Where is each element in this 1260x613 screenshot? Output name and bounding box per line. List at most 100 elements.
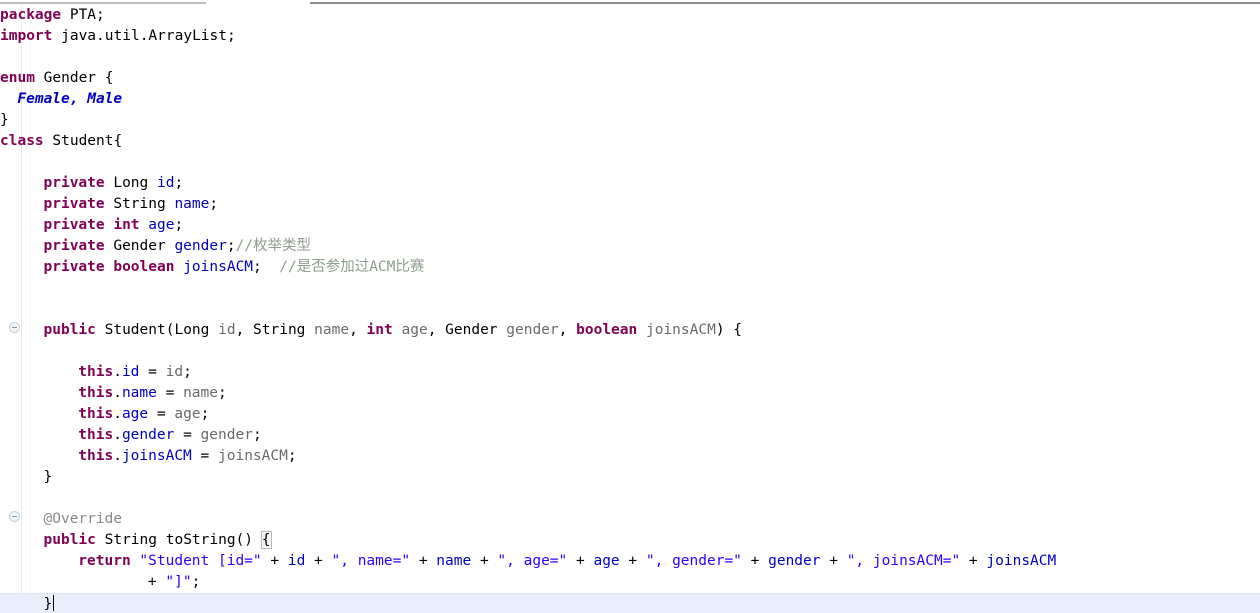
code-token-plain: . (113, 385, 122, 401)
code-token-localnm: id (218, 322, 236, 338)
code-token-plain: ; (174, 175, 184, 191)
code-line[interactable]: Female, Male (0, 89, 1260, 110)
code-line[interactable]: } (0, 467, 1260, 488)
code-line[interactable]: this.id = id; (0, 362, 1260, 383)
code-line-current[interactable]: } (0, 593, 1260, 613)
code-token-plain: Gender { (34, 70, 114, 86)
code-token-plain: + (820, 553, 847, 569)
code-token-plain: ; (191, 574, 201, 590)
code-token-anno: @Override (43, 511, 123, 527)
code-token-localnm: joinsACM (645, 322, 716, 338)
code-token-plain: , (349, 322, 367, 338)
code-token-kw: public (43, 322, 96, 338)
code-line[interactable]: this.joinsACM = joinsACM; (0, 446, 1260, 467)
code-line[interactable]: private String name; (0, 194, 1260, 215)
code-token-plain: , String (235, 322, 315, 338)
code-token-plain: } (0, 112, 9, 128)
code-token-kw: package (0, 7, 62, 23)
code-token-fieldnm: name (174, 196, 210, 212)
code-token-kw: boolean (113, 259, 175, 275)
code-token-plain: ; (226, 238, 236, 254)
code-line[interactable] (0, 299, 1260, 320)
code-token-plain: = (174, 427, 201, 443)
code-line[interactable]: + "]"; (0, 572, 1260, 593)
code-token-kw: this (78, 385, 114, 401)
code-text-area[interactable]: package PTA; import java.util.ArrayList; e… (0, 0, 1260, 613)
code-token-fieldnm: age (593, 553, 620, 569)
code-editor-window: package PTA; import java.util.ArrayList; e… (0, 0, 1260, 613)
code-token-str: "Student [id=" (139, 553, 262, 569)
code-line[interactable]: private int age; (0, 215, 1260, 236)
code-token-kw: boolean (576, 322, 638, 338)
code-token-fieldnm: id (121, 364, 140, 380)
code-token-fieldnm: name (121, 385, 157, 401)
code-token-plain: Student{ (43, 133, 123, 149)
code-token-localnm: gender (200, 427, 253, 443)
code-token-plain: + (305, 553, 332, 569)
code-token-fieldnm: name (436, 553, 472, 569)
code-token-kw: private (43, 238, 105, 254)
code-line[interactable]: return "Student [id=" + id + ", name=" +… (0, 551, 1260, 572)
code-line[interactable] (0, 152, 1260, 173)
code-token-localnm: gender (506, 322, 559, 338)
code-line[interactable] (0, 488, 1260, 509)
code-line[interactable]: public String toString() { (0, 530, 1260, 551)
code-line[interactable]: private boolean joinsACM; //是否参加过ACM比赛 (0, 257, 1260, 278)
code-token-plain: + (410, 553, 437, 569)
code-line[interactable]: } (0, 110, 1260, 131)
code-token-fieldnm: age (121, 406, 149, 422)
code-token-kw: return (78, 553, 131, 569)
code-token-plain: = (148, 406, 175, 422)
code-token-fieldnm: age (148, 217, 175, 233)
code-token-plain: = (191, 448, 218, 464)
code-token-fieldnm: id (157, 175, 175, 191)
code-token-plain: String toString() (95, 532, 262, 548)
code-line[interactable]: enum Gender { (0, 68, 1260, 89)
code-token-kw: this (78, 448, 114, 464)
code-token-plain: } (43, 469, 53, 485)
code-token-cmt: //是否参加过ACM比赛 (279, 259, 425, 275)
code-line[interactable]: @Override (0, 509, 1260, 530)
code-token-kw: this (78, 364, 114, 380)
text-caret (53, 595, 55, 611)
code-token-plain: Student(Long (95, 322, 219, 338)
code-token-plain: ; (209, 196, 219, 212)
code-token-plain: ; (253, 259, 280, 275)
code-token-plain: ) { (715, 322, 743, 338)
code-token-kw: private (43, 175, 105, 191)
code-token-localnm: name (183, 385, 218, 401)
code-token-plain: . (113, 406, 122, 422)
code-token-str: ", gender=" (645, 553, 742, 569)
code-token-kw: int (366, 322, 393, 338)
code-line[interactable]: import java.util.ArrayList; (0, 26, 1260, 47)
code-line[interactable]: private Long id; (0, 173, 1260, 194)
code-token-cmt: //枚举类型 (235, 238, 312, 254)
code-token-plain: + (471, 553, 498, 569)
code-line[interactable]: private Gender gender;//枚举类型 (0, 236, 1260, 257)
code-line[interactable] (0, 47, 1260, 68)
code-line[interactable] (0, 341, 1260, 362)
code-token-plain: + (261, 553, 288, 569)
code-token-localnm: age (174, 406, 201, 422)
code-line[interactable]: this.gender = gender; (0, 425, 1260, 446)
code-line[interactable]: package PTA; (0, 5, 1260, 26)
code-token-localnm: age (401, 322, 428, 338)
code-token-plain: . (113, 364, 122, 380)
code-line[interactable] (0, 278, 1260, 299)
code-line[interactable]: this.name = name; (0, 383, 1260, 404)
code-token-plain: . (113, 448, 122, 464)
code-token-plain: } (43, 596, 53, 612)
code-token-fieldnm: joinsACM (183, 259, 254, 275)
code-token-fieldnm: joinsACM (986, 553, 1057, 569)
code-token-plain: = (156, 385, 184, 401)
code-line[interactable]: public Student(Long id, String name, int… (0, 320, 1260, 341)
code-token-plain: , Gender (427, 322, 507, 338)
code-line[interactable]: class Student{ (0, 131, 1260, 152)
code-token-plain: + (567, 553, 594, 569)
code-token-plain: ; (174, 217, 184, 233)
code-token-kw: private (43, 196, 105, 212)
code-token-plain: + (619, 553, 646, 569)
code-line[interactable]: this.age = age; (0, 404, 1260, 425)
